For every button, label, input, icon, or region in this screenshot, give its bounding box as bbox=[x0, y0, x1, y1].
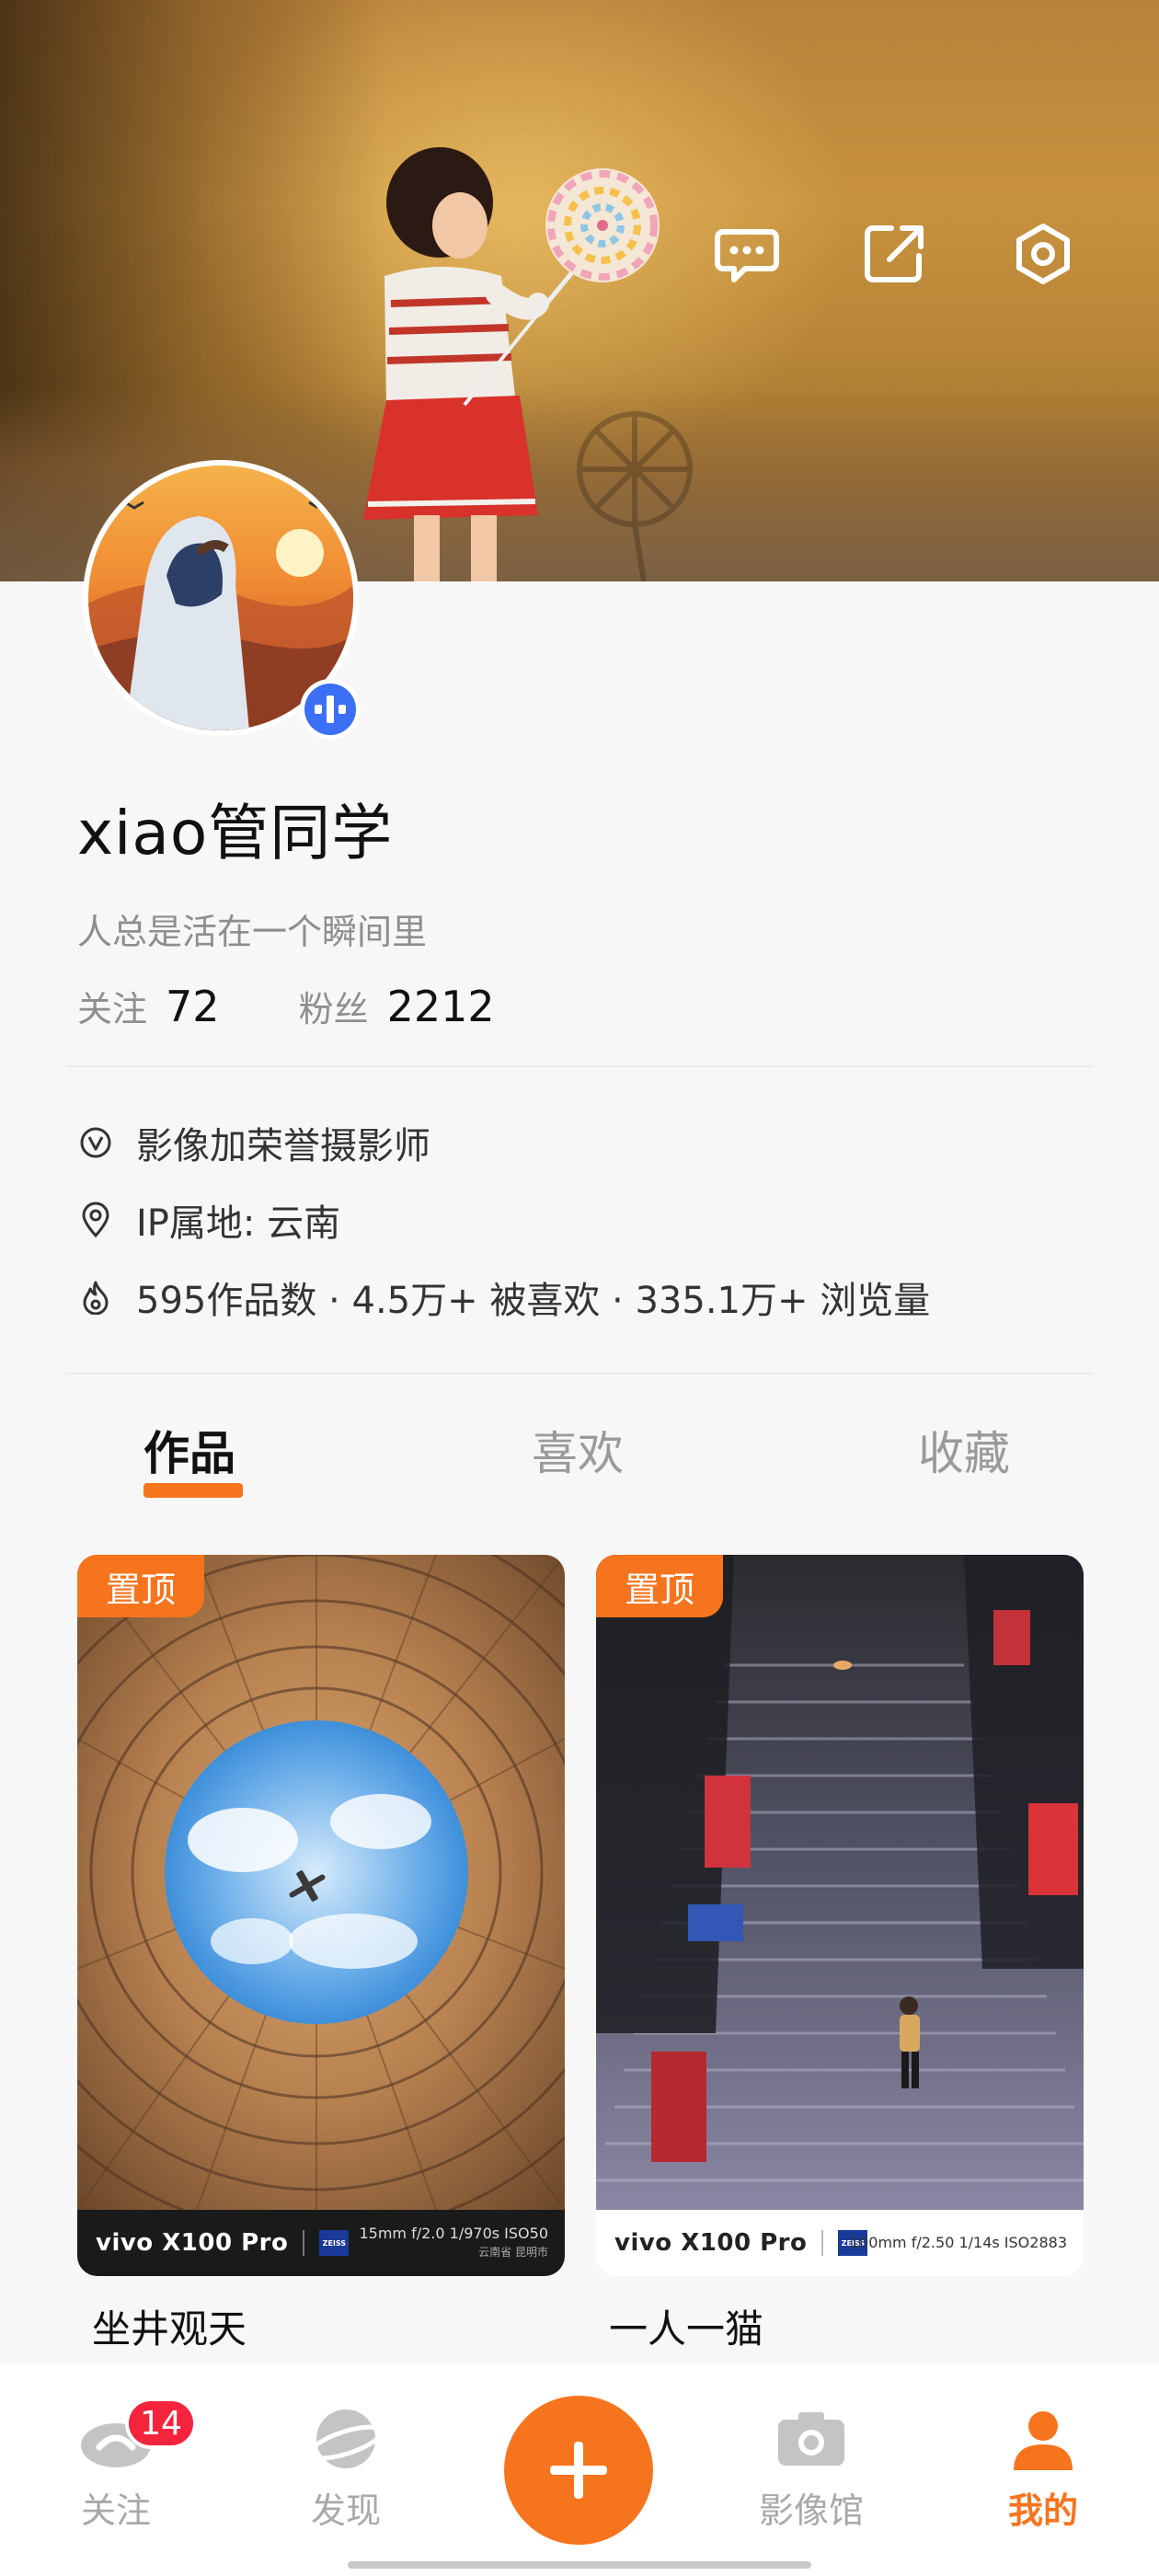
nav-gallery-label: 影像馆 bbox=[758, 2490, 864, 2531]
username: xiao管同学 bbox=[77, 798, 394, 868]
share-icon[interactable] bbox=[858, 217, 932, 291]
planet-icon bbox=[281, 2398, 410, 2480]
create-post-button[interactable] bbox=[504, 2396, 653, 2545]
person-icon bbox=[979, 2398, 1107, 2480]
nav-gallery[interactable]: 影像馆 bbox=[747, 2398, 876, 2533]
camera-watermark: vivo X100 Pro ZEISS 15mm f/2.0 1/970s IS… bbox=[77, 2210, 565, 2276]
stats-row: 595作品数 · 4.5万+ 被喜欢 · 335.1万+ 浏览量 bbox=[77, 1270, 930, 1325]
watermark-params: 100mm f/2.50 1/14s ISO2883 bbox=[850, 2234, 1067, 2252]
watermark-brand: vivo X100 Pro bbox=[614, 2229, 808, 2257]
location-pin-icon bbox=[77, 1202, 114, 1238]
bottom-navigation: 关注 14 发现 影像馆 我的 bbox=[0, 2364, 1159, 2576]
notification-badge: 14 bbox=[125, 2398, 197, 2449]
divider bbox=[66, 1373, 1093, 1374]
nav-me-label: 我的 bbox=[1007, 2490, 1078, 2531]
watermark-brand: vivo X100 Pro bbox=[96, 2229, 289, 2257]
nav-follow-label: 关注 bbox=[80, 2490, 151, 2531]
nav-me[interactable]: 我的 bbox=[979, 2398, 1107, 2533]
honor-text: 影像加荣誉摄影师 bbox=[136, 1125, 430, 1167]
watermark-exif: 15mm f/2.0 1/970s ISO50 bbox=[359, 2225, 548, 2242]
pinned-badge: 置顶 bbox=[596, 1555, 723, 1617]
verified-icon bbox=[304, 684, 356, 735]
divider bbox=[66, 1065, 1093, 1067]
watermark-location: 云南省 昆明市 bbox=[478, 2246, 548, 2259]
watermark-separator bbox=[821, 2230, 824, 2256]
vivo-v-icon bbox=[77, 1124, 114, 1161]
nav-follow[interactable]: 关注 14 bbox=[52, 2398, 197, 2533]
watermark-exif: 100mm f/2.50 1/14s ISO2883 bbox=[849, 2234, 1067, 2251]
following-count[interactable]: 72 bbox=[166, 982, 220, 1031]
profile-stats: 关注 72 粉丝 2212 bbox=[77, 981, 574, 1032]
followers-label[interactable]: 粉丝 bbox=[299, 981, 369, 1031]
followers-count[interactable]: 2212 bbox=[387, 982, 495, 1031]
tab-works[interactable]: 作品 bbox=[143, 1417, 235, 1483]
bio: 人总是活在一个瞬间里 bbox=[77, 912, 428, 952]
camera-watermark: vivo X100 Pro ZEISS 100mm f/2.50 1/14s I… bbox=[596, 2210, 1084, 2276]
zeiss-logo-icon: ZEISS bbox=[319, 2230, 350, 2256]
home-indicator[interactable] bbox=[348, 2561, 811, 2569]
following-label[interactable]: 关注 bbox=[77, 981, 147, 1031]
nav-discover-label: 发现 bbox=[310, 2490, 381, 2531]
cover-actions bbox=[0, 217, 1159, 291]
ip-row: IP属地: 云南 bbox=[77, 1192, 340, 1248]
works-stats: 595作品数 · 4.5万+ 被喜欢 · 335.1万+ 浏览量 bbox=[136, 1280, 931, 1322]
nav-discover[interactable]: 发现 bbox=[281, 2398, 410, 2533]
ip-location: IP属地: 云南 bbox=[136, 1202, 341, 1245]
plus-icon bbox=[550, 2442, 607, 2499]
camera-icon bbox=[747, 2398, 876, 2480]
settings-icon[interactable] bbox=[1006, 217, 1080, 291]
tab-likes[interactable]: 喜欢 bbox=[532, 1417, 624, 1483]
post-title[interactable]: 一人一猫 bbox=[609, 2298, 763, 2354]
flame-icon bbox=[77, 1279, 114, 1316]
tab-indicator bbox=[143, 1483, 243, 1498]
post-title[interactable]: 坐井观天 bbox=[92, 2298, 247, 2354]
watermark-params: 15mm f/2.0 1/970s ISO50 云南省 昆明市 bbox=[359, 2225, 548, 2261]
pinned-badge: 置顶 bbox=[77, 1555, 204, 1617]
tab-favorites[interactable]: 收藏 bbox=[918, 1417, 1010, 1483]
post-photo[interactable]: 置顶 bbox=[77, 1555, 565, 2210]
message-icon[interactable] bbox=[710, 217, 784, 291]
post-card[interactable]: 置顶 vivo X100 Pro ZEISS 100mm f/2.50 1/14… bbox=[596, 1555, 1084, 2276]
post-photo[interactable]: 置顶 bbox=[596, 1555, 1084, 2210]
post-card[interactable]: 置顶 vivo X100 Pro ZEISS 15mm f/2.0 1/970s… bbox=[77, 1555, 565, 2276]
watermark-separator bbox=[303, 2230, 305, 2256]
honor-row: 影像加荣誉摄影师 bbox=[77, 1115, 430, 1170]
verified-badge bbox=[300, 679, 361, 740]
